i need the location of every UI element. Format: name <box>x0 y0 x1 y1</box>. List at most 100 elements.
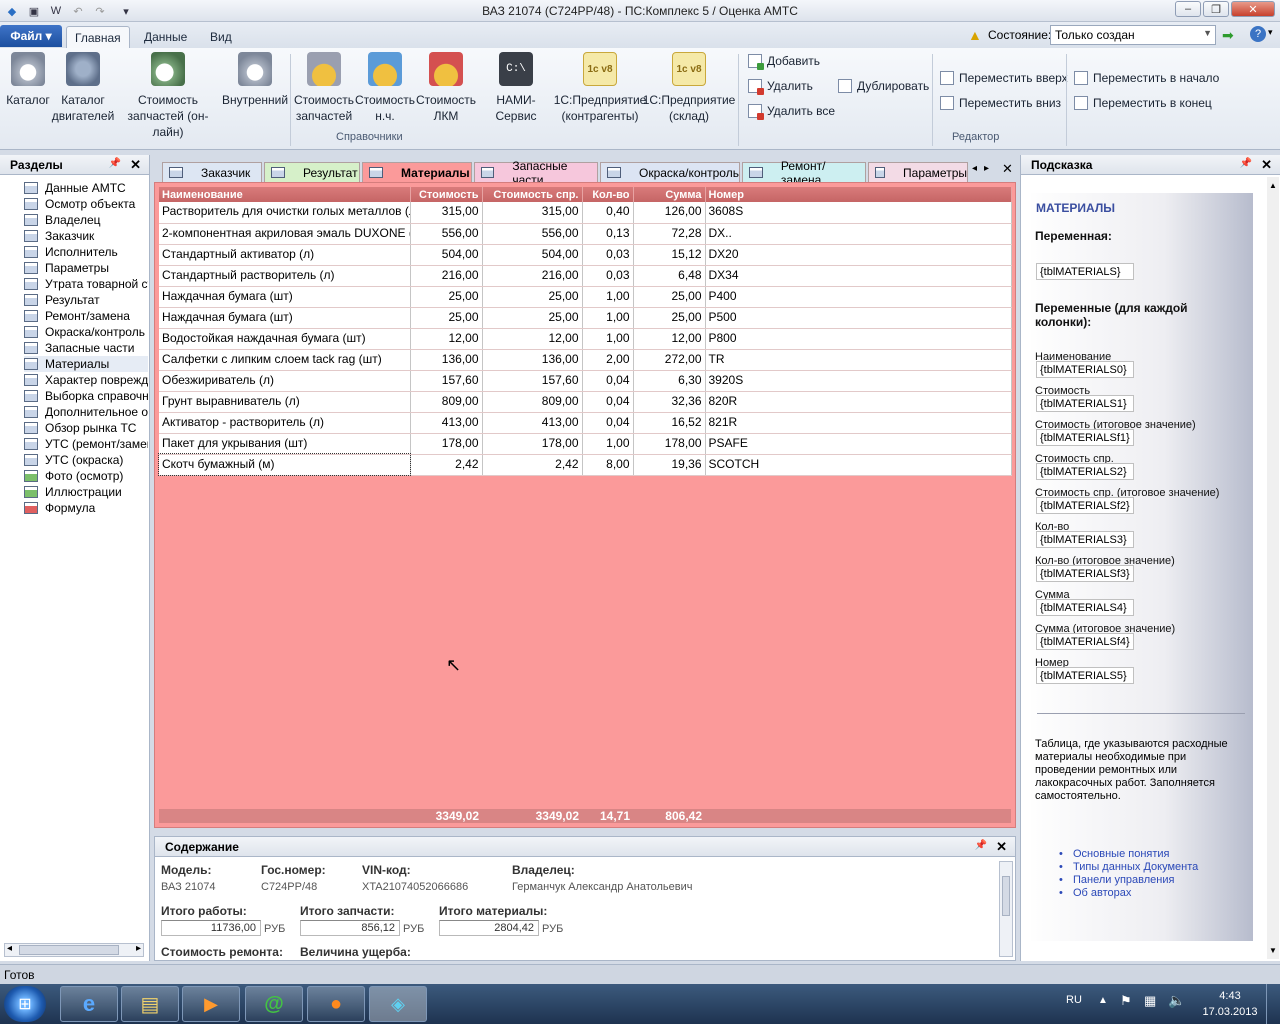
tab-data[interactable]: Данные <box>136 26 195 48</box>
sidebar-item[interactable]: Ремонт/замена <box>24 308 148 324</box>
table-cell[interactable]: DX.. <box>705 223 1012 245</box>
delete-button[interactable]: Удалить <box>748 79 813 95</box>
table-cell[interactable]: 504,00 <box>410 244 483 266</box>
table-cell[interactable]: PSAFE <box>705 433 1012 455</box>
table-row[interactable]: Активатор - растворитель (л) 413,00 413,00… <box>159 412 1012 434</box>
table-cell[interactable]: 16,52 <box>633 412 706 434</box>
table-cell[interactable]: 809,00 <box>482 391 583 413</box>
table-cell[interactable]: 556,00 <box>482 223 583 245</box>
table-cell[interactable]: P500 <box>705 307 1012 329</box>
sidebar-item[interactable]: Дополнительное оборудование <box>24 404 148 420</box>
volume-icon[interactable]: 🔈 <box>1168 992 1185 1009</box>
table-cell[interactable]: 25,00 <box>482 286 583 308</box>
table-cell[interactable]: 0,04 <box>582 370 634 392</box>
sidebar-item[interactable]: Результат <box>24 292 148 308</box>
table-row[interactable]: Наждачная бумага (шт) 25,00 25,00 1,00 25,00… <box>159 307 1012 329</box>
table-cell[interactable]: 12,00 <box>633 328 706 350</box>
table-row[interactable]: Скотч бумажный (м) 2,42 2,42 8,00 19,36 SCOTC… <box>158 453 1012 476</box>
table-row[interactable]: Обезжириватель (л) 157,60 157,60 0,04 6,30 39… <box>159 370 1012 392</box>
tab-painting[interactable]: Окраска/контроль <box>600 162 740 182</box>
parts-cost-button[interactable]: Стоимость запчастей <box>294 52 354 124</box>
sidebar-item[interactable]: Осмотр объекта <box>24 196 148 212</box>
tab-params[interactable]: Параметры <box>868 162 968 182</box>
table-cell[interactable]: 0,03 <box>582 265 634 287</box>
nh-cost-button[interactable]: Стоимость н.ч. <box>355 52 415 124</box>
column-header[interactable]: Наименование <box>159 187 411 202</box>
table-cell[interactable]: 216,00 <box>410 265 483 287</box>
table-cell[interactable]: P400 <box>705 286 1012 308</box>
table-cell[interactable]: 2,42 <box>410 454 483 476</box>
table-cell[interactable]: 12,00 <box>482 328 583 350</box>
table-row[interactable]: Растворитель для очистки голых металлов … <box>159 202 1012 224</box>
duplicate-button[interactable]: Дублировать <box>838 79 929 93</box>
close-icon[interactable]: ✕ <box>1261 157 1272 173</box>
table-cell[interactable]: 15,12 <box>633 244 706 266</box>
engine-catalog-button[interactable]: Каталог двигателей <box>52 52 114 124</box>
table-cell[interactable]: 2,42 <box>482 454 583 476</box>
close-icon[interactable]: ✕ <box>130 157 141 173</box>
table-cell[interactable]: 25,00 <box>482 307 583 329</box>
table-cell[interactable]: Стандартный растворитель (л) <box>159 265 411 287</box>
link-basic-concepts[interactable]: Основные понятия <box>1059 848 1169 860</box>
table-cell[interactable]: 6,30 <box>633 370 706 392</box>
table-row[interactable]: Салфетки с липким слоем tack rag (шт) 136… <box>159 349 1012 371</box>
file-menu-button[interactable]: Файл ▾ <box>0 25 62 47</box>
scroll-left-icon[interactable]: ◂ <box>7 943 12 954</box>
column-header[interactable]: Номер <box>705 187 1012 202</box>
tabs-left-icon[interactable]: ◂ <box>972 163 977 174</box>
scroll-up-icon[interactable]: ▲ <box>1269 181 1277 190</box>
column-header[interactable]: Сумма <box>633 187 706 202</box>
table-cell[interactable]: 216,00 <box>482 265 583 287</box>
sidebar-item[interactable]: УТС (ремонт/замена) <box>24 436 148 452</box>
catalog-button[interactable]: Каталог <box>6 52 50 108</box>
table-cell[interactable]: 809,00 <box>410 391 483 413</box>
close-icon[interactable]: ✕ <box>996 839 1007 855</box>
hint-scrollbar[interactable]: ▲ ▼ <box>1267 177 1279 959</box>
taskbar-media[interactable]: ▶ <box>182 986 240 1022</box>
table-cell[interactable]: 25,00 <box>633 286 706 308</box>
table-cell[interactable]: 272,00 <box>633 349 706 371</box>
tab-main[interactable]: Главная <box>66 26 130 48</box>
table-cell[interactable]: 12,00 <box>410 328 483 350</box>
scroll-down-icon[interactable]: ▼ <box>1269 946 1277 955</box>
move-start-button[interactable]: Переместить в начало <box>1074 71 1219 85</box>
table-cell[interactable]: 3920S <box>705 370 1012 392</box>
start-button[interactable]: ⊞ <box>4 986 46 1022</box>
scrollbar-thumb[interactable] <box>19 945 119 955</box>
add-button[interactable]: Добавить <box>748 54 820 70</box>
horizontal-scrollbar[interactable]: ◂ ▸ <box>4 943 144 957</box>
parts-cost-online-button[interactable]: Стоимость запчастей (он-лайн) <box>116 52 220 140</box>
language-indicator[interactable]: RU <box>1066 994 1082 1006</box>
table-cell[interactable]: Стандартный активатор (л) <box>159 244 411 266</box>
pin-icon[interactable]: 📌 <box>109 158 121 169</box>
sidebar-item[interactable]: Запасные части <box>24 340 148 356</box>
tab-materials[interactable]: Материалы <box>362 162 472 182</box>
table-cell[interactable]: 504,00 <box>482 244 583 266</box>
go-arrow-icon[interactable]: ➡ <box>1222 27 1234 44</box>
table-cell[interactable]: 0,40 <box>582 202 634 224</box>
table-cell[interactable]: 1,00 <box>582 307 634 329</box>
c1-contragents-button[interactable]: 1c v8 1С:Предприятие (контрагенты) <box>554 52 646 124</box>
clock-time[interactable]: 4:43 <box>1212 990 1248 1002</box>
help-icon[interactable]: ? <box>1250 26 1266 42</box>
table-row[interactable]: Водостойкая наждачная бумага (шт) 12,00 12… <box>159 328 1012 350</box>
table-cell[interactable]: Наждачная бумага (шт) <box>159 307 411 329</box>
column-header[interactable]: Кол-во <box>582 187 634 202</box>
sidebar-item[interactable]: Характер повреждений <box>24 372 148 388</box>
taskbar-firefox[interactable]: ● <box>307 986 365 1022</box>
table-cell[interactable]: 178,00 <box>410 433 483 455</box>
vertical-scrollbar[interactable] <box>999 861 1013 957</box>
table-cell[interactable]: 6,48 <box>633 265 706 287</box>
tabs-right-icon[interactable]: ▸ <box>984 163 989 174</box>
table-cell[interactable]: 556,00 <box>410 223 483 245</box>
table-cell[interactable]: DX34 <box>705 265 1012 287</box>
show-desktop-button[interactable] <box>1266 984 1280 1024</box>
table-cell[interactable]: TR <box>705 349 1012 371</box>
lkm-cost-button[interactable]: Стоимость ЛКМ <box>416 52 476 124</box>
table-cell[interactable]: 136,00 <box>482 349 583 371</box>
close-window-button[interactable]: ✕ <box>1231 1 1275 17</box>
table-cell[interactable]: Салфетки с липким слоем tack rag (шт) <box>159 349 411 371</box>
table-cell[interactable]: DX20 <box>705 244 1012 266</box>
table-cell[interactable]: 136,00 <box>410 349 483 371</box>
tray-arrow-icon[interactable]: ▲ <box>1098 995 1108 1006</box>
